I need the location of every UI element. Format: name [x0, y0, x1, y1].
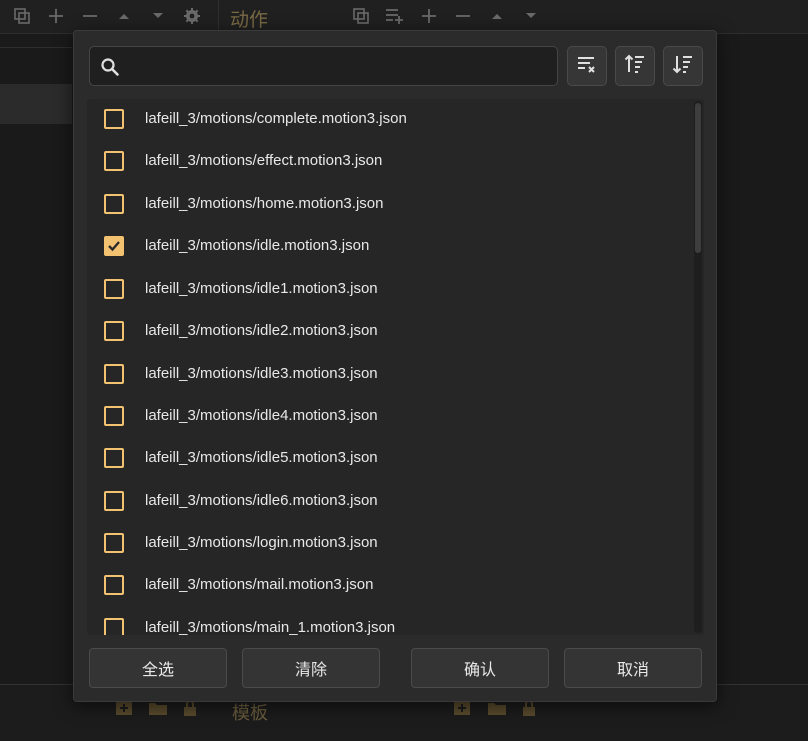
folder-icon[interactable]	[148, 700, 168, 716]
item-checkbox[interactable]	[104, 618, 124, 635]
item-label: lafeill_3/motions/effect.motion3.json	[145, 152, 383, 169]
item-checkbox[interactable]	[104, 533, 124, 553]
remove-icon[interactable]	[453, 6, 473, 26]
item-label: lafeill_3/motions/idle5.motion3.json	[145, 449, 378, 466]
background-row-divider	[0, 47, 72, 48]
item-checkbox[interactable]	[104, 448, 124, 468]
confirm-button[interactable]: 确认	[411, 648, 549, 688]
item-label: lafeill_3/motions/idle.motion3.json	[145, 237, 370, 254]
list-item[interactable]: lafeill_3/motions/complete.motion3.json	[87, 99, 692, 141]
item-checkbox[interactable]	[104, 109, 124, 129]
search-box[interactable]	[89, 46, 558, 86]
move-up-icon[interactable]	[487, 6, 507, 26]
remove-icon[interactable]	[80, 6, 100, 26]
bottom-panel-title: 模板	[232, 703, 268, 724]
list-item[interactable]: lafeill_3/motions/home.motion3.json	[87, 184, 692, 226]
add-box-icon[interactable]	[453, 700, 473, 716]
list-item[interactable]: lafeill_3/motions/idle4.motion3.json	[87, 396, 692, 438]
list-item[interactable]: lafeill_3/motions/effect.motion3.json	[87, 141, 692, 183]
panel-title: 动作	[230, 9, 269, 31]
item-label: lafeill_3/motions/login.motion3.json	[145, 534, 378, 551]
item-checkbox[interactable]	[104, 321, 124, 341]
sort-ascending-icon	[623, 52, 647, 81]
list-item[interactable]: lafeill_3/motions/main_1.motion3.json	[87, 608, 692, 635]
list-item[interactable]: lafeill_3/motions/idle3.motion3.json	[87, 354, 692, 396]
item-checkbox[interactable]	[104, 364, 124, 384]
list-item[interactable]: lafeill_3/motions/idle6.motion3.json	[87, 481, 692, 523]
item-label: lafeill_3/motions/mail.motion3.json	[145, 576, 374, 593]
move-up-icon[interactable]	[114, 6, 134, 26]
clear-filter-button[interactable]	[567, 46, 607, 86]
select-all-button[interactable]: 全选	[89, 648, 227, 688]
item-label: lafeill_3/motions/main_1.motion3.json	[145, 619, 396, 635]
list-item[interactable]: lafeill_3/motions/mail.motion3.json	[87, 565, 692, 607]
item-label: lafeill_3/motions/idle1.motion3.json	[145, 280, 378, 297]
sort-ascending-button[interactable]	[615, 46, 655, 86]
item-label: lafeill_3/motions/idle3.motion3.json	[145, 365, 378, 382]
background-selected-row	[0, 84, 72, 124]
list-scrollbar[interactable]	[694, 101, 702, 633]
cancel-button[interactable]: 取消	[564, 648, 702, 688]
item-label: lafeill_3/motions/home.motion3.json	[145, 195, 384, 212]
folder-icon[interactable]	[487, 700, 507, 716]
gear-icon[interactable]	[182, 6, 202, 26]
scrollbar-thumb[interactable]	[695, 103, 701, 253]
item-checkbox[interactable]	[104, 406, 124, 426]
sort-descending-icon	[671, 52, 695, 81]
filter-clear-icon	[575, 52, 599, 81]
lock-icon[interactable]	[521, 700, 541, 716]
motion-list[interactable]: lafeill_3/motions/complete.motion3.json …	[87, 99, 704, 635]
lock-icon[interactable]	[182, 700, 202, 716]
search-input[interactable]	[130, 47, 550, 85]
search-icon	[100, 57, 120, 77]
item-checkbox[interactable]	[104, 236, 124, 256]
item-checkbox[interactable]	[104, 575, 124, 595]
list-item[interactable]: lafeill_3/motions/idle5.motion3.json	[87, 438, 692, 480]
clear-button[interactable]: 清除	[242, 648, 380, 688]
item-label: lafeill_3/motions/idle6.motion3.json	[145, 492, 378, 509]
playlist-add-icon[interactable]	[385, 6, 405, 26]
duplicate-icon[interactable]	[351, 6, 371, 26]
list-item[interactable]: lafeill_3/motions/idle.motion3.json	[87, 226, 692, 268]
item-checkbox[interactable]	[104, 279, 124, 299]
item-label: lafeill_3/motions/complete.motion3.json	[145, 110, 407, 127]
background-toolbar: 动作	[0, 0, 808, 34]
item-checkbox[interactable]	[104, 491, 124, 511]
item-label: lafeill_3/motions/idle4.motion3.json	[145, 407, 378, 424]
item-label: lafeill_3/motions/idle2.motion3.json	[145, 322, 378, 339]
item-checkbox[interactable]	[104, 151, 124, 171]
check-icon	[108, 241, 120, 252]
move-down-icon[interactable]	[521, 6, 541, 26]
sort-descending-button[interactable]	[663, 46, 703, 86]
add-icon[interactable]	[46, 6, 66, 26]
add-icon[interactable]	[419, 6, 439, 26]
list-item[interactable]: lafeill_3/motions/idle2.motion3.json	[87, 311, 692, 353]
motion-select-dialog: lafeill_3/motions/complete.motion3.json …	[73, 30, 717, 702]
item-checkbox[interactable]	[104, 194, 124, 214]
list-item[interactable]: lafeill_3/motions/login.motion3.json	[87, 523, 692, 565]
list-item[interactable]: lafeill_3/motions/idle1.motion3.json	[87, 269, 692, 311]
move-down-icon[interactable]	[148, 6, 168, 26]
duplicate-icon[interactable]	[12, 6, 32, 26]
add-box-icon[interactable]	[115, 700, 135, 716]
